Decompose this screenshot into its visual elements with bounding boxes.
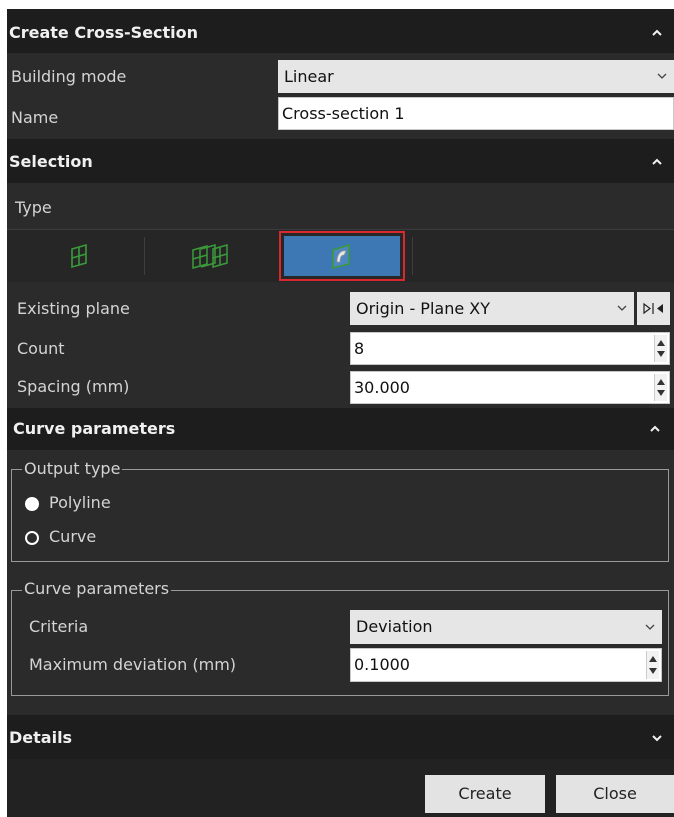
criteria-value: Deviation xyxy=(356,617,433,636)
close-button[interactable]: Close xyxy=(556,775,674,813)
name-field[interactable]: Cross-section 1 xyxy=(278,97,674,130)
details-title: Details xyxy=(9,728,73,747)
criteria-select[interactable]: Deviation xyxy=(350,610,662,644)
max-deviation-field[interactable]: 0.1000 xyxy=(350,648,662,682)
curve-radio[interactable]: Curve xyxy=(25,527,225,551)
chevron-down-icon xyxy=(657,73,667,79)
count-value: 8 xyxy=(354,339,365,358)
stepper-arrows-icon xyxy=(649,656,657,674)
section-header-curve-parameters[interactable]: Curve parameters xyxy=(7,408,674,450)
selection-title: Selection xyxy=(9,152,93,171)
spacing-value: 30.000 xyxy=(354,378,410,397)
max-deviation-label: Maximum deviation (mm) xyxy=(29,655,237,674)
polyline-label: Polyline xyxy=(49,493,111,512)
criteria-label: Criteria xyxy=(29,617,89,636)
stepper-arrows-icon xyxy=(657,379,665,396)
count-field[interactable]: 8 xyxy=(350,332,670,365)
existing-plane-select[interactable]: Origin - Plane XY xyxy=(350,292,634,325)
chevron-up-icon[interactable] xyxy=(650,26,664,40)
curve-parameters-legend: Curve parameters xyxy=(22,579,172,598)
separator xyxy=(144,237,145,275)
flip-icon xyxy=(643,302,663,315)
type-button-single-plane[interactable] xyxy=(17,233,141,279)
section-header-details[interactable]: Details xyxy=(7,715,674,759)
stepper-arrows-icon xyxy=(657,340,665,357)
section-header-create[interactable]: Create Cross-Section xyxy=(7,9,674,53)
create-button[interactable]: Create xyxy=(425,775,545,813)
curve-label: Curve xyxy=(49,527,97,546)
multiple-planes-icon xyxy=(192,244,228,269)
flip-plane-button[interactable] xyxy=(637,292,670,325)
chevron-up-icon[interactable] xyxy=(650,155,664,169)
type-label: Type xyxy=(15,198,52,217)
curve-plane-icon xyxy=(332,243,350,270)
section-header-selection[interactable]: Selection xyxy=(7,139,674,183)
panel-title: Create Cross-Section xyxy=(9,23,199,42)
max-deviation-value: 0.1000 xyxy=(354,655,410,674)
name-label: Name xyxy=(11,108,59,127)
max-deviation-stepper[interactable] xyxy=(646,651,659,679)
chevron-down-icon xyxy=(645,624,655,630)
curve-parameters-title: Curve parameters xyxy=(13,419,176,438)
building-mode-value: Linear xyxy=(284,67,334,86)
count-stepper[interactable] xyxy=(654,335,667,362)
building-mode-label: Building mode xyxy=(11,67,127,86)
radio-selected-icon xyxy=(25,497,39,511)
building-mode-select[interactable]: Linear xyxy=(278,60,674,93)
existing-plane-value: Origin - Plane XY xyxy=(356,299,491,318)
radio-unselected-icon xyxy=(25,531,39,545)
polyline-radio[interactable]: Polyline xyxy=(25,493,225,517)
chevron-down-icon xyxy=(617,305,627,311)
chevron-down-icon[interactable] xyxy=(650,731,664,745)
chevron-up-icon[interactable] xyxy=(648,422,662,436)
count-label: Count xyxy=(17,339,65,358)
type-button-curve-plane[interactable] xyxy=(279,231,405,281)
create-cross-section-panel: Create Cross-Section Building mode Linea… xyxy=(7,9,674,817)
spacing-label: Spacing (mm) xyxy=(17,377,130,396)
spacing-stepper[interactable] xyxy=(654,374,667,401)
single-plane-icon xyxy=(71,243,87,269)
spacing-field[interactable]: 30.000 xyxy=(350,371,670,404)
existing-plane-label: Existing plane xyxy=(17,299,130,318)
separator xyxy=(412,237,413,275)
output-type-legend: Output type xyxy=(22,459,123,478)
type-button-multiple-planes[interactable] xyxy=(147,233,277,279)
